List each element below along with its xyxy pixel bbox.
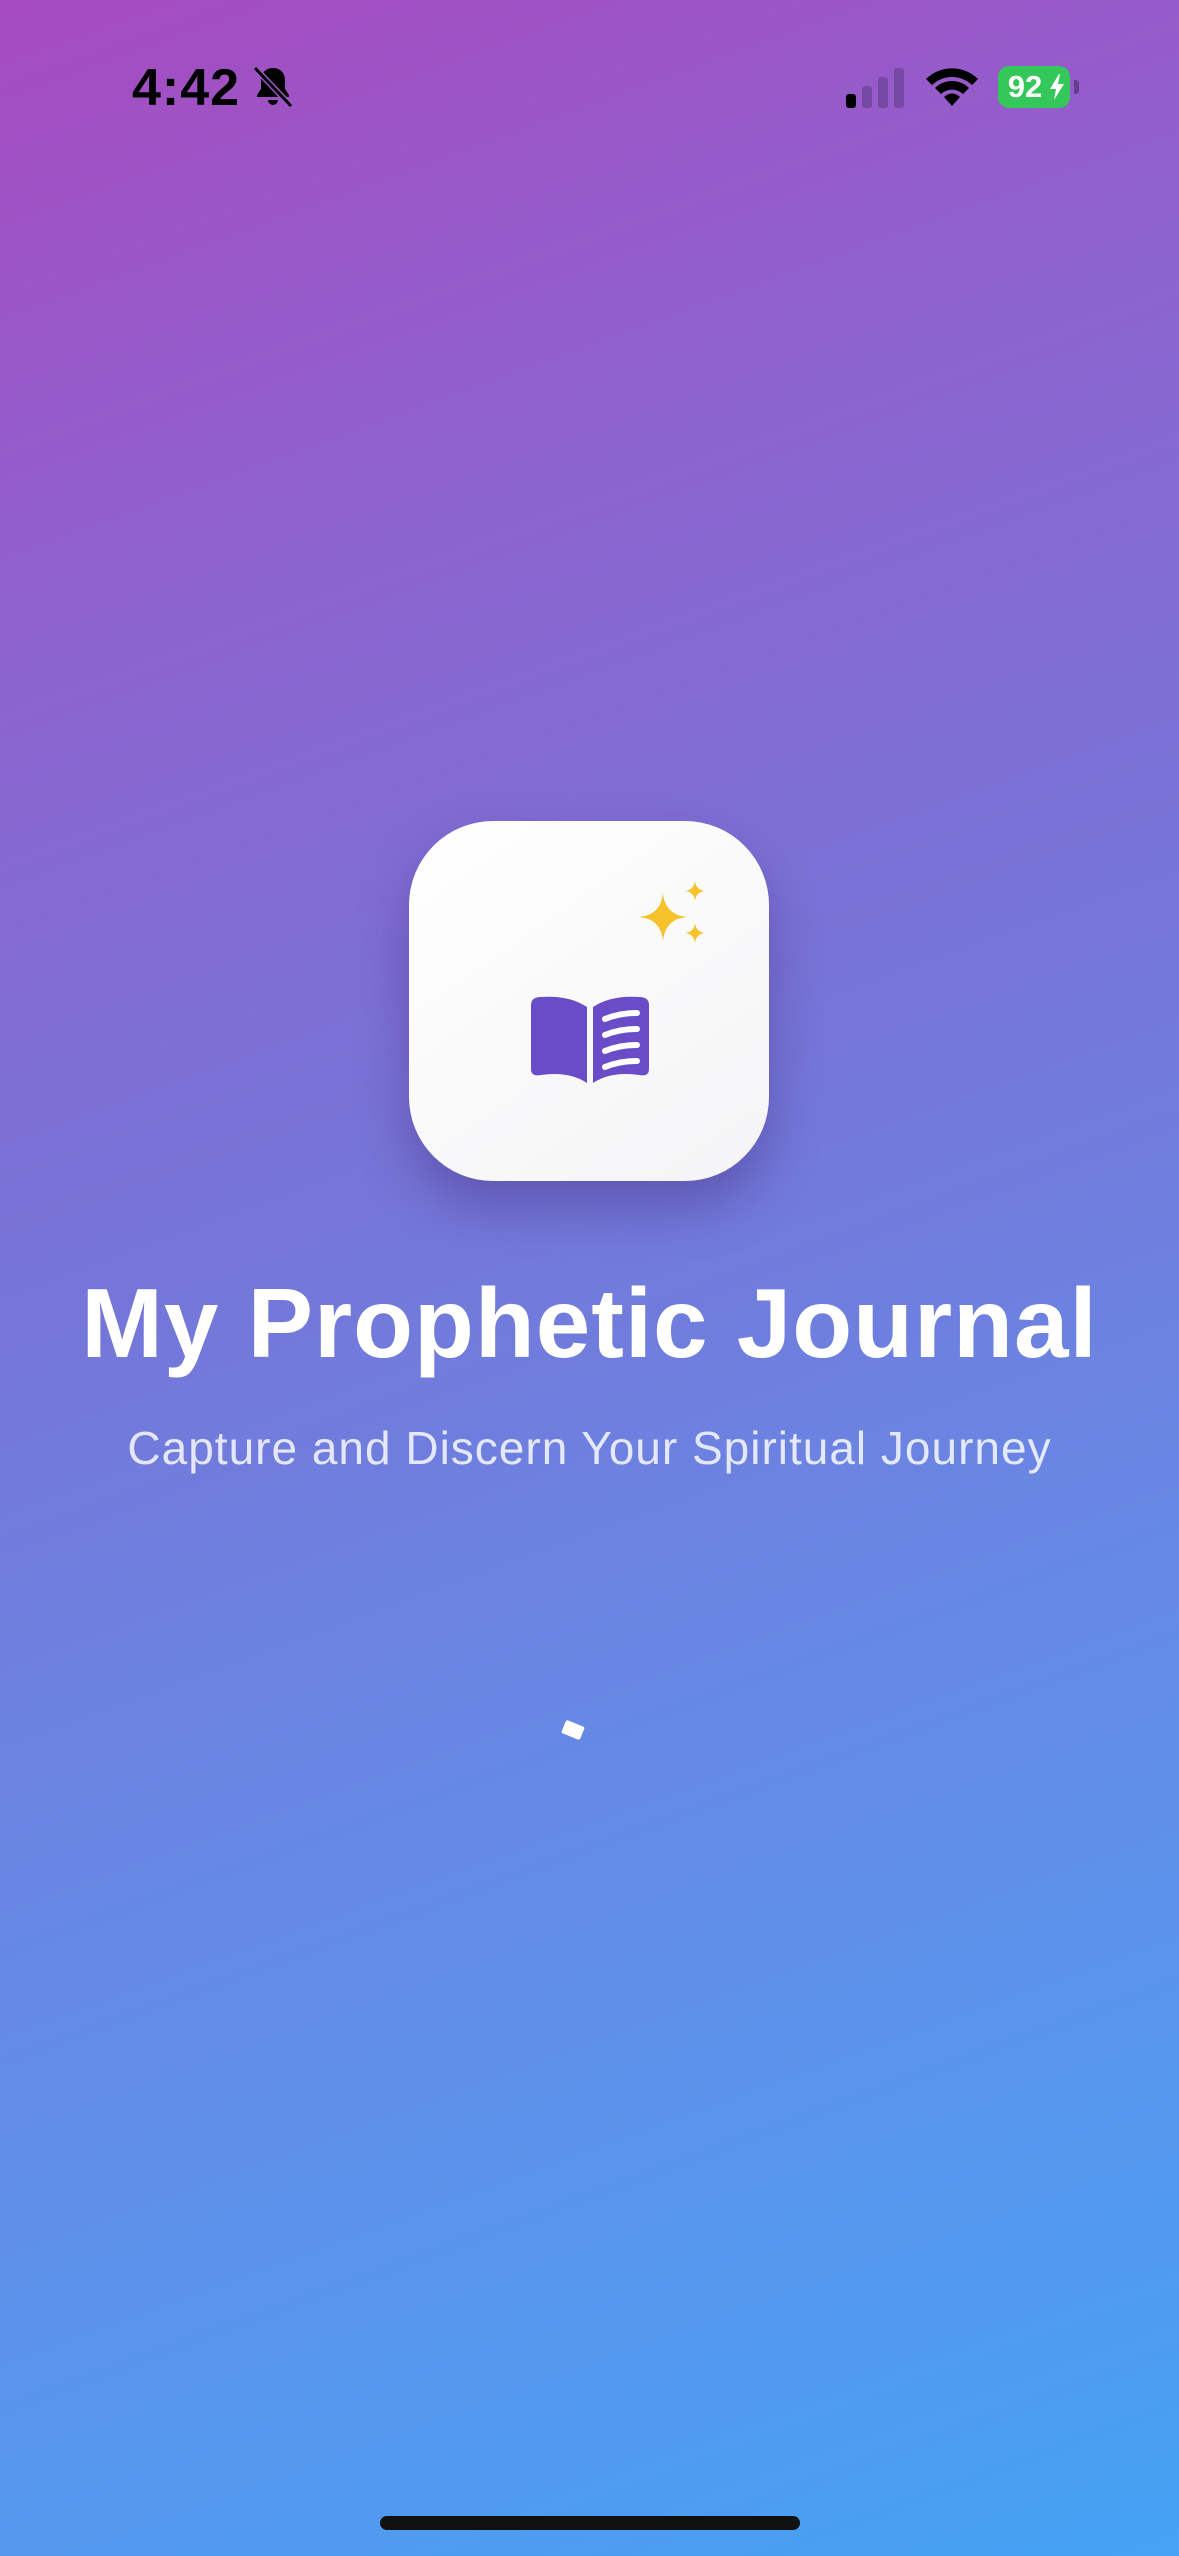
sparkles-icon	[639, 881, 705, 943]
app-icon	[409, 821, 769, 1181]
status-bar: 4:42 92	[0, 0, 1179, 160]
open-book-icon	[531, 996, 649, 1083]
battery-cap	[1074, 80, 1079, 94]
app-title: My Prophetic Journal	[81, 1268, 1098, 1378]
status-time: 4:42	[132, 59, 241, 117]
wifi-icon	[926, 68, 978, 106]
cellular-signal-icon	[846, 68, 904, 108]
charging-bolt-icon	[1050, 74, 1064, 100]
app-subtitle: Capture and Discern Your Spiritual Journ…	[127, 1422, 1052, 1474]
bell-slash-icon	[252, 65, 294, 109]
loading-spinner	[561, 1719, 585, 1741]
battery-percent: 92	[1007, 69, 1043, 104]
battery-icon: 92	[998, 66, 1082, 108]
home-indicator[interactable]	[380, 2516, 800, 2530]
